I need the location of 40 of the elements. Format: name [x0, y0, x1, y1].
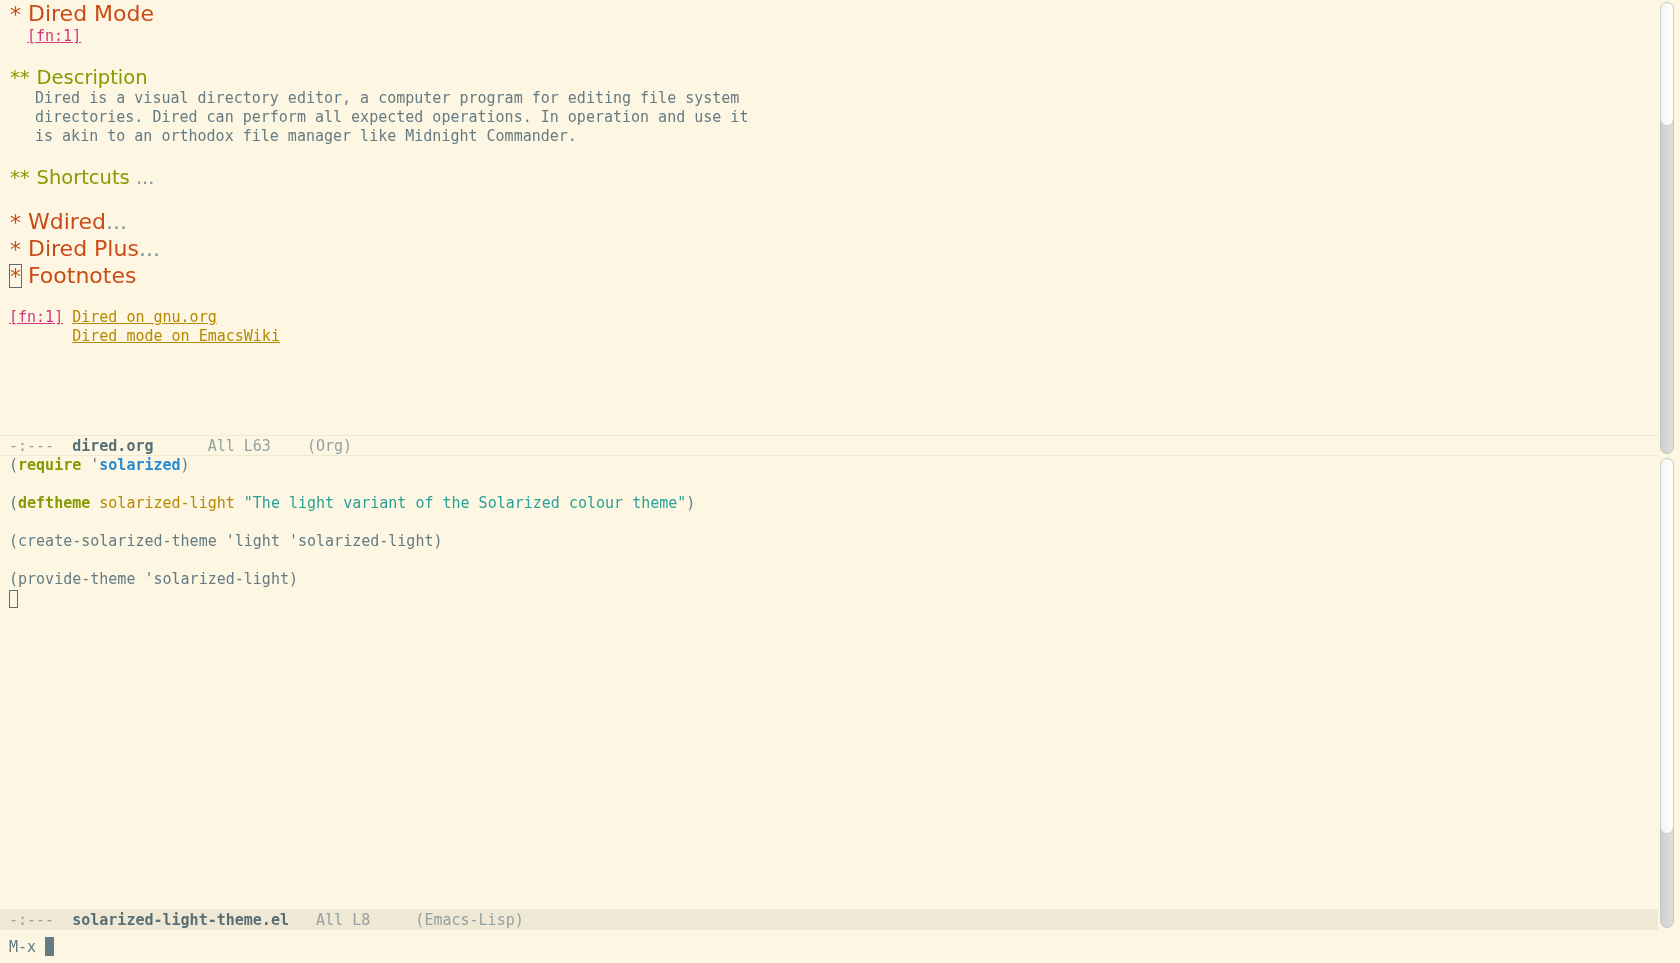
heading-stars: * [9, 236, 22, 261]
scrollbar-thumb[interactable] [1660, 2, 1674, 126]
buffer-position: All L8 [316, 910, 372, 929]
heading-stars: ** [9, 165, 31, 189]
link[interactable]: Dired mode on EmacsWiki [72, 327, 280, 345]
mode-line-flags: -:--- [9, 910, 55, 929]
major-mode: (Emacs-Lisp) [415, 910, 524, 929]
link[interactable]: Dired on gnu.org [72, 308, 217, 326]
paragraph-line: Dired is a visual directory editor, a computer program for editing file system [35, 89, 741, 108]
heading-title: Shortcuts [36, 165, 130, 189]
paragraph-line: is akin to an orthodox file manager like Midnight Commander. [35, 127, 578, 146]
code-line: (require 'solarized) [9, 456, 191, 475]
text-cursor [9, 589, 18, 608]
fold-ellipsis[interactable]: ... [129, 165, 155, 189]
mode-line-flags: -:--- [9, 436, 55, 455]
heading-title: Footnotes [28, 263, 137, 288]
buffer-name: dired.org [72, 436, 155, 455]
heading-title: Description [36, 65, 148, 89]
heading-stars: ** [9, 65, 31, 89]
code-line: (deftheme solarized-light "The light variant of the Solarized colour theme") [9, 494, 697, 513]
scrollbar[interactable] [1660, 458, 1674, 928]
code-line: (create-solarized-theme 'light 'solarized-light) [9, 532, 444, 551]
heading-title: Dired Mode [28, 1, 155, 26]
heading-stars: * [9, 209, 22, 234]
code-line: (provide-theme 'solarized-light) [9, 570, 299, 589]
footnote-label[interactable]: [fn:1] [9, 308, 64, 326]
scrollbar-thumb[interactable] [1660, 458, 1674, 835]
paragraph-line: directories. Dired can perform all expected operations. In operation and use it [35, 108, 750, 127]
heading-stars: * [9, 1, 22, 26]
fold-ellipsis[interactable]: ... [138, 236, 160, 261]
major-mode: (Org) [306, 436, 353, 455]
footnote-link[interactable]: [fn:1] [27, 27, 82, 45]
scrollbar[interactable] [1660, 2, 1674, 454]
heading-title: Dired Plus [28, 236, 139, 261]
heading-stars: * [9, 263, 22, 288]
buffer-position: All L63 [207, 436, 272, 455]
fold-ellipsis[interactable]: ... [105, 209, 127, 234]
minibuffer-prompt: M-x [9, 937, 37, 956]
buffer-name: solarized-light-theme.el [72, 910, 289, 929]
heading-title: Wdired [28, 209, 106, 234]
